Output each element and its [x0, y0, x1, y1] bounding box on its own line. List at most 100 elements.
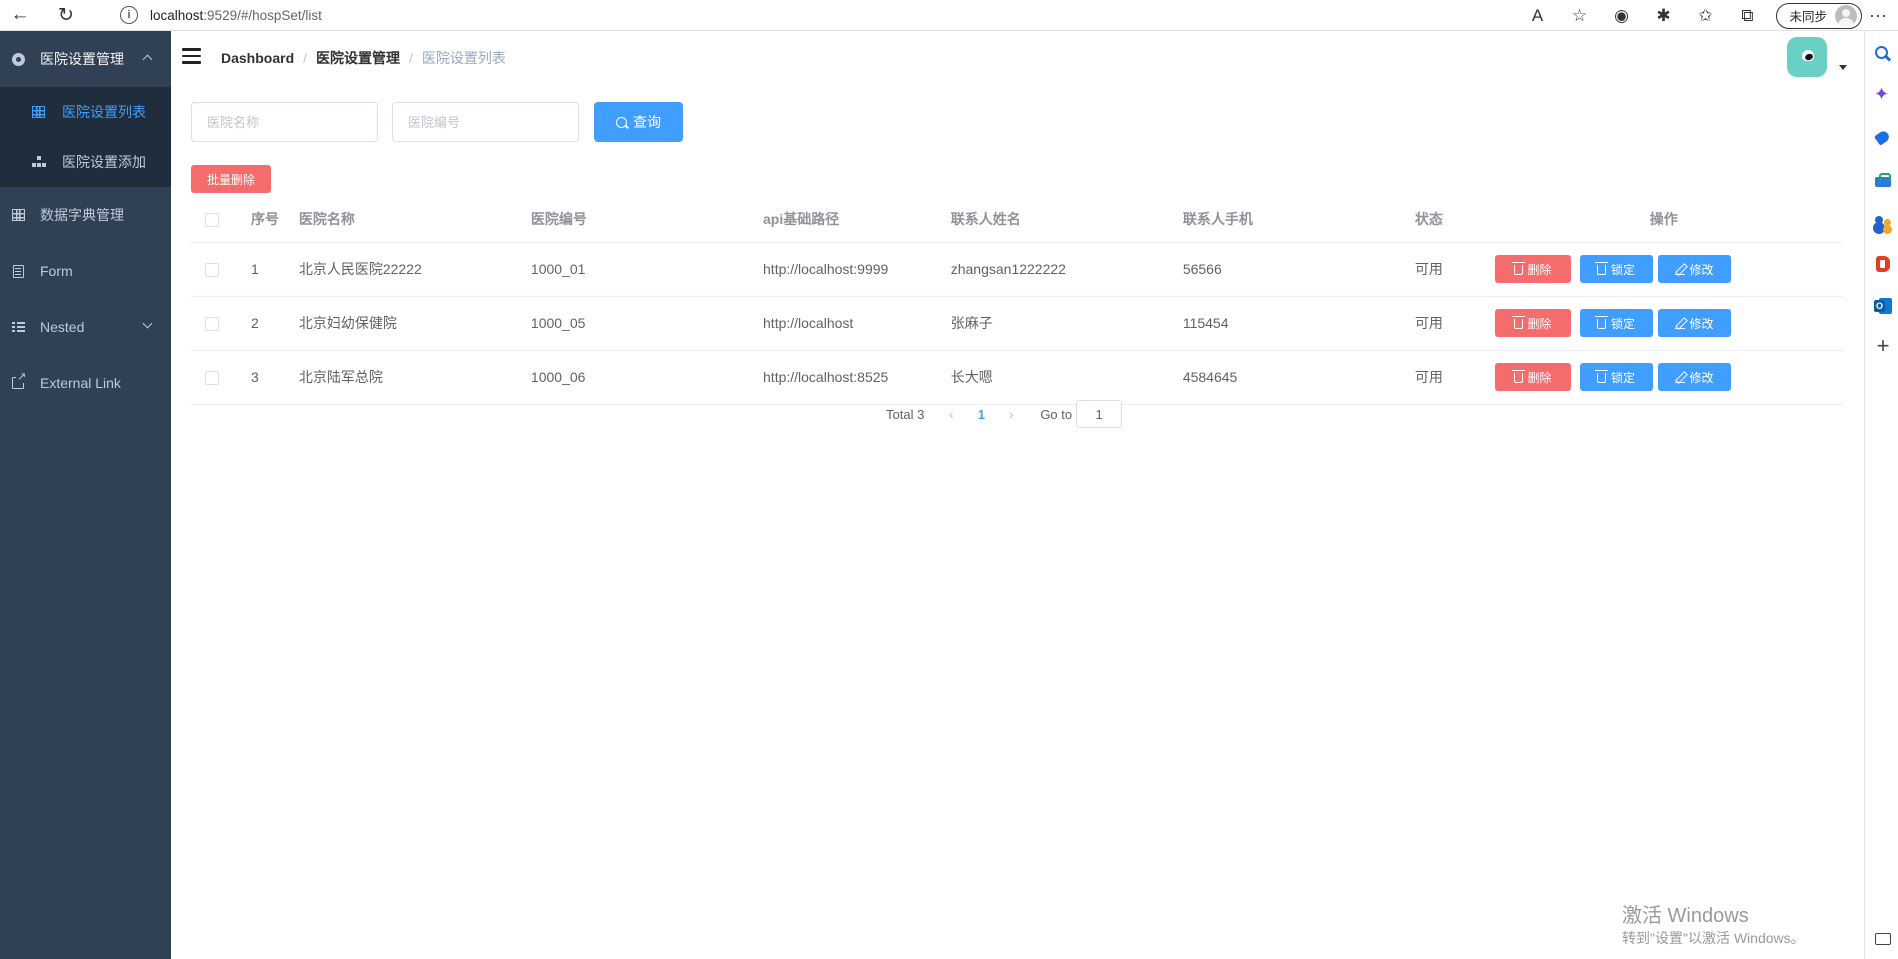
- delete-label: 删除: [1527, 316, 1552, 331]
- delete-label: 删除: [1527, 262, 1552, 277]
- user-avatar[interactable]: [1787, 37, 1827, 77]
- edit-button[interactable]: 修改: [1657, 255, 1731, 283]
- hospital-name-input[interactable]: [191, 102, 378, 142]
- column-header: 序号: [241, 196, 289, 243]
- tree-icon: [31, 155, 45, 169]
- outlook-icon[interactable]: [1874, 297, 1892, 315]
- windows-activation-watermark: 激活 Windows 转到"设置"以激活 Windows。: [1622, 904, 1805, 948]
- more-menu-icon[interactable]: ···: [1862, 5, 1894, 26]
- lock-button[interactable]: 锁定: [1579, 309, 1653, 337]
- delete-button[interactable]: 删除: [1494, 255, 1571, 283]
- people-icon[interactable]: [1874, 213, 1892, 231]
- pagination-goto-input[interactable]: [1076, 400, 1123, 428]
- site-info-icon[interactable]: i: [120, 6, 138, 24]
- search-button[interactable]: 查询: [594, 102, 683, 142]
- pagination-goto-label: Go to: [1040, 406, 1073, 422]
- address-bar[interactable]: localhost:9529/#/hospSet/list: [150, 8, 322, 23]
- read-aloud-icon[interactable]: A: [1520, 2, 1554, 30]
- cell-name: 北京陆军总院: [288, 350, 521, 405]
- search-button-label: 查询: [633, 114, 661, 130]
- add-plus-icon[interactable]: +: [1874, 335, 1892, 357]
- search-icon: [616, 116, 627, 128]
- row-checkbox[interactable]: [205, 263, 219, 278]
- edit-pencil-icon: [1674, 264, 1685, 276]
- sidebar-item-external-link[interactable]: External Link: [0, 355, 171, 411]
- breadcrumb-current: 医院设置列表: [421, 50, 506, 66]
- sync-label: 未同步: [1789, 10, 1827, 24]
- browser-toolbar: ← ↻ i localhost:9529/#/hospSet/list A ☆ …: [0, 0, 1898, 31]
- edit-button[interactable]: 修改: [1657, 309, 1731, 337]
- extensions-puzzle-icon[interactable]: ✱: [1646, 2, 1680, 30]
- chevron-up-icon: [142, 54, 153, 65]
- hamburger-menu-icon[interactable]: [182, 48, 201, 64]
- sidebar: 医院设置管理 医院设置列表 医院设置添加 数据字典管理 Form Nested …: [0, 31, 171, 959]
- hospital-table: 序号 医院名称 医院编号 api基础路径 联系人姓名 联系人手机 状态 操作 1…: [191, 196, 1843, 405]
- reload-icon[interactable]: ↻: [50, 1, 82, 29]
- sidebar-item-form[interactable]: Form: [0, 243, 171, 299]
- extension-globe-icon[interactable]: ◉: [1604, 2, 1638, 30]
- office-icon[interactable]: [1874, 255, 1892, 273]
- delete-button[interactable]: 删除: [1494, 309, 1571, 337]
- copilot-icon[interactable]: [1874, 84, 1892, 105]
- row-checkbox[interactable]: [205, 371, 219, 386]
- back-arrow-icon[interactable]: ←: [4, 1, 36, 29]
- trash-icon: [1511, 316, 1525, 329]
- cell-name: 北京妇幼保健院: [288, 296, 521, 351]
- add-favorite-icon[interactable]: ☆: [1562, 2, 1596, 30]
- lock-label: 锁定: [1611, 262, 1636, 277]
- row-checkbox-cell: [191, 350, 242, 405]
- table-row: 1 北京人民医院22222 1000_01 http://localhost:9…: [191, 242, 1843, 297]
- chevron-left-icon[interactable]: ‹: [936, 406, 966, 422]
- lock-button[interactable]: 锁定: [1579, 255, 1653, 283]
- search-icon[interactable]: [1874, 45, 1892, 63]
- profile-sync-button[interactable]: 未同步: [1776, 2, 1862, 29]
- trash-icon: [1511, 370, 1525, 383]
- sidebar-item-nested[interactable]: Nested: [0, 299, 171, 355]
- chevron-right-icon[interactable]: ›: [996, 406, 1026, 422]
- select-all-checkbox[interactable]: [205, 212, 219, 227]
- breadcrumb-dashboard[interactable]: Dashboard: [221, 50, 294, 66]
- row-checkbox[interactable]: [205, 317, 219, 332]
- sidebar-item-label: Form: [40, 263, 73, 279]
- breadcrumb-hospset[interactable]: 医院设置管理: [316, 48, 400, 68]
- lock-label: 锁定: [1611, 370, 1636, 385]
- column-header: 医院编号: [520, 196, 754, 243]
- shopping-tag-icon[interactable]: [1874, 129, 1892, 147]
- lock-button[interactable]: 锁定: [1579, 363, 1653, 391]
- tools-bag-icon[interactable]: [1874, 171, 1892, 189]
- breadcrumb-separator: /: [303, 50, 308, 66]
- url-host: localhost: [150, 7, 204, 23]
- main-content: 查询 批量删除 序号 医院名称 医院编号 api基础路径 联系人姓名 联系人手机…: [171, 81, 1864, 959]
- hide-sidebar-icon[interactable]: [1875, 933, 1891, 945]
- watermark-title: 激活 Windows: [1622, 905, 1749, 927]
- sidebar-item-label: External Link: [40, 375, 121, 391]
- sidebar-item-hospset-add[interactable]: 医院设置添加: [0, 137, 171, 187]
- table-icon: [11, 208, 25, 222]
- cell-contact: zhangsan1222222: [940, 242, 1173, 297]
- cell-ops: 删除 锁定 修改: [1484, 296, 1843, 351]
- cell-code: 1000_06: [520, 350, 754, 405]
- column-header: 操作: [1484, 196, 1843, 243]
- watermark-subtitle: 转到"设置"以激活 Windows。: [1622, 930, 1805, 946]
- edit-pencil-icon: [1674, 318, 1685, 330]
- cell-index: 2: [241, 296, 289, 351]
- edit-label: 修改: [1689, 262, 1714, 277]
- batch-delete-button[interactable]: 批量删除: [191, 165, 271, 193]
- delete-button[interactable]: 删除: [1494, 363, 1571, 391]
- pagination-page[interactable]: 1: [966, 407, 996, 422]
- sidebar-item-hospset-list[interactable]: 医院设置列表: [0, 87, 171, 137]
- cell-code: 1000_01: [520, 242, 754, 297]
- favorites-icon[interactable]: ✩: [1688, 2, 1722, 30]
- url-path: :9529/#/hospSet/list: [203, 7, 322, 23]
- sidebar-item-dict[interactable]: 数据字典管理: [0, 187, 171, 243]
- hospital-code-input[interactable]: [392, 102, 579, 142]
- header-checkbox-cell: [191, 196, 242, 243]
- edit-pencil-icon: [1674, 372, 1685, 384]
- row-checkbox-cell: [191, 296, 242, 351]
- sidebar-group-hospset[interactable]: 医院设置管理: [0, 31, 171, 87]
- table-row: 3 北京陆军总院 1000_06 http://localhost:8525 长…: [191, 350, 1843, 405]
- edit-button[interactable]: 修改: [1657, 363, 1731, 391]
- table-row: 2 北京妇幼保健院 1000_05 http://localhost 张麻子 1…: [191, 296, 1843, 351]
- caret-down-icon[interactable]: [1839, 65, 1847, 70]
- collections-icon[interactable]: ⧉: [1730, 2, 1764, 30]
